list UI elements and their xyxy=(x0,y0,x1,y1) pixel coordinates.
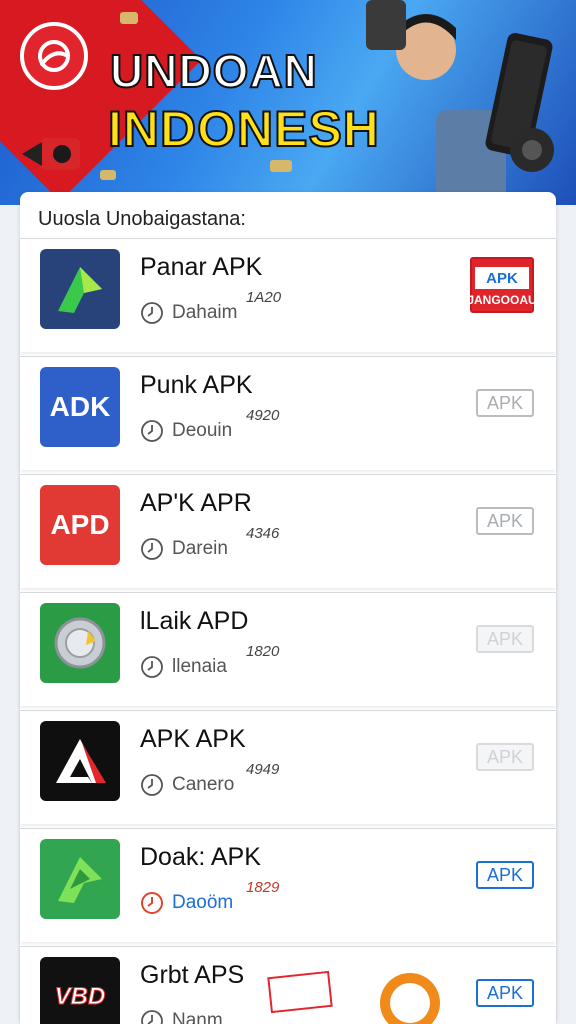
app-meta: Darein xyxy=(140,537,228,561)
list-item[interactable]: VBD Grbt APS Nanm APK xyxy=(20,946,556,1024)
debris-piece xyxy=(100,170,116,180)
person-with-phone-image xyxy=(366,0,554,205)
debris-piece xyxy=(120,12,138,24)
list-item[interactable]: APK APK 4949 Canero APK xyxy=(20,710,556,824)
list-item[interactable]: Doak: APK 1829 Daoöm APK xyxy=(20,828,556,942)
app-name: Grbt APS xyxy=(140,961,245,989)
banner-title-line2: INDONESH xyxy=(107,100,380,158)
app-meta-label: Canero xyxy=(172,774,235,795)
app-name: APK APK xyxy=(140,725,246,753)
hero-banner: UNDOAN INDONESH xyxy=(0,0,576,205)
app-number: 4346 xyxy=(246,525,280,542)
clock-icon xyxy=(141,1010,163,1024)
app-meta-label: Nanm xyxy=(172,1010,223,1024)
app-name: AP'K APR xyxy=(140,489,252,517)
apk-button-label: APK xyxy=(475,267,529,289)
app-number: 4949 xyxy=(246,761,280,778)
app-meta-label: Daoöm xyxy=(172,892,234,913)
app-meta: Nanm xyxy=(140,1009,223,1024)
app-meta: Deouin xyxy=(140,419,232,443)
apk-download-button[interactable]: APK xyxy=(476,507,534,535)
apk-download-button[interactable]: APK xyxy=(476,743,534,771)
apd-text-icon: APD xyxy=(40,485,120,565)
apk-download-button[interactable]: APK xyxy=(476,389,534,417)
list-item[interactable]: ADK Punk APK 4920 Deouin APK xyxy=(20,356,556,470)
clock-icon xyxy=(141,774,163,796)
clock-icon xyxy=(141,420,163,442)
red-triangle-icon xyxy=(40,721,120,801)
list-item[interactable]: APD AP'K APR 4346 Darein APK xyxy=(20,474,556,588)
app-name: Doak: APK xyxy=(140,843,261,871)
app-meta-label: Deouin xyxy=(172,420,233,441)
clock-icon xyxy=(141,892,163,914)
speaker-icon xyxy=(22,138,80,170)
clock-icon xyxy=(141,302,163,324)
app-meta: Canero xyxy=(140,773,234,797)
apk-download-button[interactable]: APK xyxy=(476,979,534,1007)
app-name: Punk APK xyxy=(140,371,253,399)
app-logo[interactable] xyxy=(20,22,88,90)
app-meta: Dahaim xyxy=(140,301,237,325)
app-name: lLaik APD xyxy=(140,607,249,635)
list-item[interactable]: Panar APK 1A20 Dahaim APK JANGOOAU xyxy=(20,238,556,352)
clock-icon xyxy=(141,538,163,560)
banner-title-line1: UNDOAN xyxy=(109,44,318,98)
apk-download-button[interactable]: APK JANGOOAU xyxy=(467,257,537,313)
promo-graphic-icon xyxy=(267,970,440,1024)
app-name: Panar APK xyxy=(140,253,263,281)
app-list-card: Uuosla Unobaigastana: Panar APK 1A20 Dah… xyxy=(20,192,556,1024)
adk-text-icon: ADK xyxy=(40,367,120,447)
app-number: 1829 xyxy=(246,879,280,896)
apk-download-button[interactable]: APK xyxy=(476,861,534,889)
logo-swirl-icon xyxy=(38,40,70,72)
app-meta-label: Dahaim xyxy=(172,302,238,323)
green-arrow-icon xyxy=(40,839,120,919)
clock-icon xyxy=(141,656,163,678)
app-number: 1820 xyxy=(246,643,280,660)
list-item[interactable]: lLaik APD 1820 llenaia APK xyxy=(20,592,556,706)
app-meta: Daoöm xyxy=(140,891,233,915)
app-meta: llenaia xyxy=(140,655,227,679)
app-number: 4920 xyxy=(246,407,280,424)
apk-button-sublabel: JANGOOAU xyxy=(467,293,537,307)
apk-download-button[interactable]: APK xyxy=(476,625,534,653)
app-meta-label: Darein xyxy=(172,538,228,559)
coin-icon xyxy=(40,603,120,683)
green-arrow-icon xyxy=(40,249,120,329)
vbd-text-icon: VBD xyxy=(40,957,120,1024)
list-heading: Uuosla Unobaigastana: xyxy=(38,208,246,230)
app-number: 1A20 xyxy=(246,289,282,306)
app-meta-label: llenaia xyxy=(172,656,227,677)
debris-piece xyxy=(270,160,292,172)
